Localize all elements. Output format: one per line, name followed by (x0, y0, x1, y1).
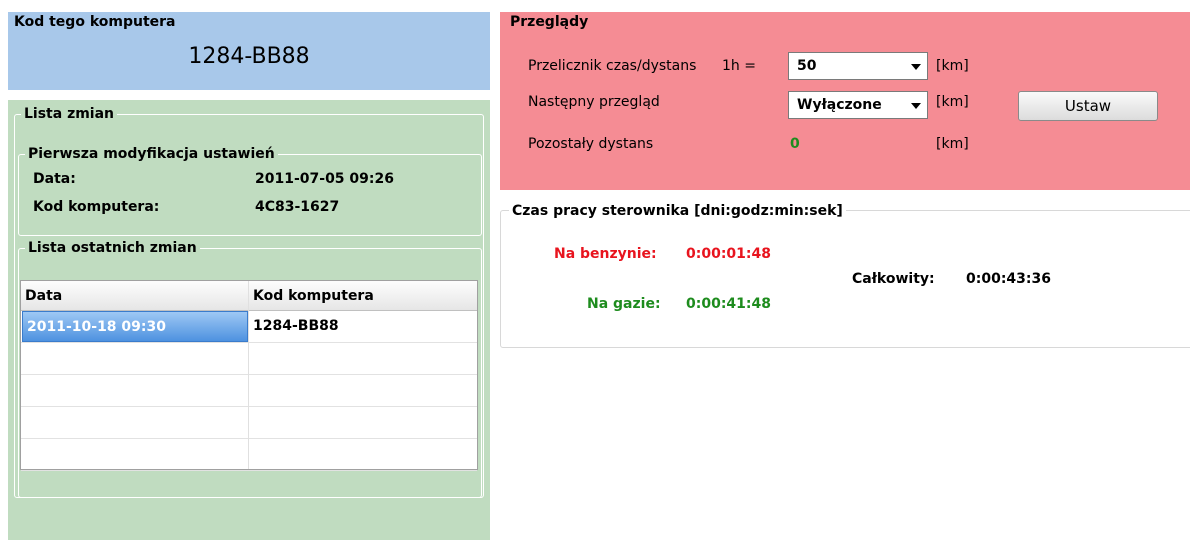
computer-code-value: 1284-BB88 (188, 44, 310, 69)
ratio-select-value: 50 (797, 58, 817, 74)
remaining-distance-unit: [km] (936, 136, 969, 152)
chevron-down-icon (911, 103, 921, 109)
next-service-select[interactable]: Wyłączone (788, 91, 928, 119)
ratio-select[interactable]: 50 (788, 52, 928, 80)
total-time-value: 0:00:43:36 (966, 271, 1051, 287)
recent-changes-legend: Lista ostatnich zmian (25, 239, 200, 257)
table-row-empty[interactable] (21, 375, 477, 407)
ratio-unit-prefix: 1h = (722, 58, 756, 74)
next-service-label: Następny przegląd (528, 94, 660, 110)
runtime-legend: Czas pracy sterownika [dni:godz:min:sek] (509, 202, 846, 220)
computer-code-panel: Kod tego komputera 1284-BB88 (8, 12, 490, 90)
ratio-unit: [km] (936, 58, 969, 74)
first-mod-code-value: 4C83-1627 (255, 199, 340, 215)
computer-code-legend: Kod tego komputera (11, 13, 179, 31)
remaining-distance-label: Pozostały dystans (528, 136, 654, 152)
gas-time-label: Na gazie: (587, 296, 661, 312)
next-service-unit: [km] (936, 94, 969, 110)
table-row-empty[interactable] (21, 439, 477, 471)
table-cell-date[interactable]: 2011-10-18 09:30 (22, 311, 248, 342)
chevron-down-icon (911, 64, 921, 70)
first-mod-groupbox: Pierwsza modyfikacja ustawień Data: 2011… (18, 145, 482, 236)
recent-changes-table[interactable]: Data Kod komputera 2011-10-18 09:30 1284… (20, 280, 478, 471)
changes-legend: Lista zmian (21, 105, 118, 123)
first-mod-date-label: Data: (33, 171, 76, 187)
petrol-time-label: Na benzynie: (554, 246, 657, 262)
column-divider (248, 281, 249, 469)
column-header-date[interactable]: Data (21, 281, 249, 311)
first-mod-legend: Pierwsza modyfikacja ustawień (25, 145, 278, 163)
table-row-empty[interactable] (21, 407, 477, 439)
runtime-groupbox: Czas pracy sterownika [dni:godz:min:sek] (500, 202, 1190, 348)
next-service-select-value: Wyłączone (797, 97, 882, 113)
total-time-label: Całkowity: (852, 271, 935, 287)
table-row-empty[interactable] (21, 343, 477, 375)
table-cell-computer-code[interactable]: 1284-BB88 (249, 311, 477, 342)
petrol-time-value: 0:00:01:48 (686, 246, 771, 262)
remaining-distance-value: 0 (790, 136, 800, 152)
set-button[interactable]: Ustaw (1018, 91, 1158, 121)
gas-time-value: 0:00:41:48 (686, 296, 771, 312)
first-mod-code-label: Kod komputera: (33, 199, 160, 215)
table-row[interactable]: 2011-10-18 09:30 1284-BB88 (21, 311, 477, 343)
first-mod-date-value: 2011-07-05 09:26 (255, 171, 394, 187)
ratio-label: Przelicznik czas/dystans (528, 58, 697, 74)
column-header-computer-code[interactable]: Kod komputera (249, 281, 477, 311)
service-legend: Przeglądy (507, 13, 592, 31)
